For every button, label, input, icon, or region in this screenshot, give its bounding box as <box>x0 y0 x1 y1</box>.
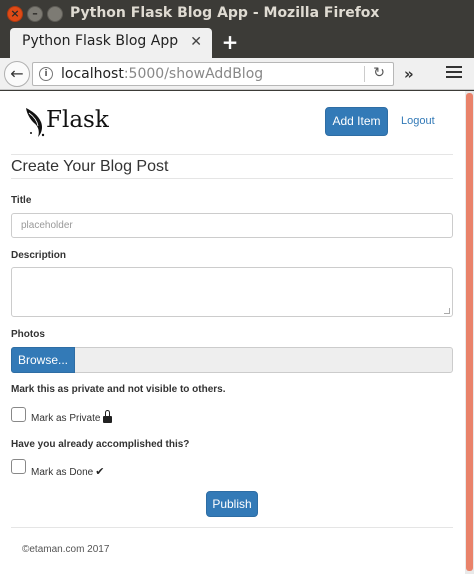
back-button[interactable]: ← <box>4 61 30 87</box>
resize-grip-icon[interactable] <box>444 308 450 314</box>
url-host: localhost <box>61 66 124 82</box>
publish-button[interactable]: Publish <box>206 491 258 517</box>
tab-label: Python Flask Blog App <box>22 33 179 49</box>
page-scrollbar[interactable] <box>465 91 474 574</box>
hamburger-menu-icon[interactable] <box>446 66 462 80</box>
done-checkbox[interactable] <box>11 459 26 474</box>
close-icon: × <box>10 7 20 20</box>
private-question: Mark this as private and not visible to … <box>11 384 226 395</box>
back-arrow-icon: ← <box>10 64 24 83</box>
page-title: Create Your Blog Post <box>11 158 169 175</box>
logout-link[interactable]: Logout <box>401 115 435 127</box>
flask-horn-icon <box>26 108 45 137</box>
lock-icon <box>103 410 113 423</box>
title-input[interactable]: placeholder <box>11 213 453 238</box>
private-label-text: Mark as Private <box>31 413 101 424</box>
header-divider <box>11 154 453 155</box>
title-label: Title <box>11 195 32 206</box>
reload-icon[interactable]: ↻ <box>373 65 385 81</box>
done-question: Have you already accomplished this? <box>11 439 190 450</box>
tab-strip: Python Flask Blog App ✕ + <box>0 28 474 58</box>
private-checkbox[interactable] <box>11 407 26 422</box>
page-content: Flask Add Item Logout Create Your Blog P… <box>0 91 474 574</box>
url-path: :5000/showAddBlog <box>123 66 264 82</box>
url-divider <box>364 66 365 82</box>
logo-text: Flask <box>46 107 109 133</box>
done-checkbox-label: Mark as Done ✔ <box>31 465 104 478</box>
private-checkbox-label: Mark as Private <box>31 410 113 424</box>
navigation-bar: ← i localhost:5000/showAddBlog ↻ » <box>0 58 474 90</box>
window-close-button[interactable]: × <box>7 6 23 22</box>
browse-button[interactable]: Browse... <box>11 347 75 373</box>
description-textarea[interactable] <box>11 267 453 317</box>
minimize-icon: – <box>32 7 38 20</box>
window-maximize-button[interactable] <box>47 6 63 22</box>
footer-copyright: ©etaman.com 2017 <box>22 544 110 555</box>
scrollbar-thumb[interactable] <box>466 93 473 571</box>
flask-logo[interactable]: Flask <box>22 105 109 139</box>
photo-file-input[interactable]: Browse... <box>11 347 453 373</box>
tab-close-icon[interactable]: ✕ <box>190 34 202 50</box>
new-tab-button[interactable]: + <box>218 30 242 54</box>
photos-label: Photos <box>11 329 45 340</box>
info-icon[interactable]: i <box>39 67 53 81</box>
description-label: Description <box>11 250 67 261</box>
window-title: Python Flask Blog App - Mozilla Firefox <box>70 5 380 21</box>
url-text: localhost:5000/showAddBlog <box>61 66 263 82</box>
overflow-button[interactable]: » <box>404 65 414 83</box>
title-divider <box>11 178 453 179</box>
done-label-text: Mark as Done <box>31 467 94 478</box>
window-titlebar: × – Python Flask Blog App - Mozilla Fire… <box>0 0 474 28</box>
maximize-icon <box>48 7 62 21</box>
tab-active[interactable]: Python Flask Blog App ✕ <box>10 28 212 58</box>
url-bar[interactable]: i localhost:5000/showAddBlog ↻ <box>32 62 394 86</box>
add-item-button[interactable]: Add Item <box>325 107 388 136</box>
checkmark-icon: ✔ <box>95 466 105 478</box>
footer-divider <box>11 527 453 528</box>
window-minimize-button[interactable]: – <box>27 6 43 22</box>
